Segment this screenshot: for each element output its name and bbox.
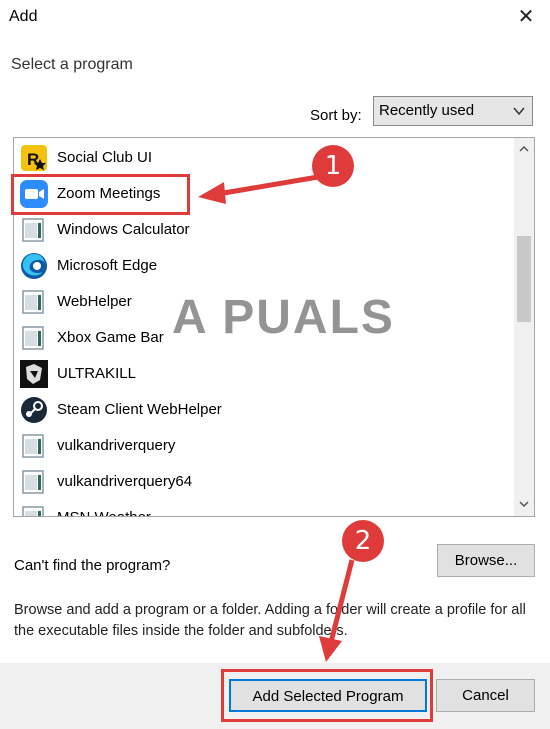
program-name: Social Club UI [57, 149, 153, 166]
edge-icon [19, 251, 49, 281]
program-list-item[interactable]: Steam Client WebHelper [17, 392, 509, 428]
program-name: Steam Client WebHelper [57, 401, 222, 418]
ultrakill-icon [19, 359, 49, 389]
program-name: vulkandriverquery [57, 437, 176, 454]
scrollbar-thumb[interactable] [517, 236, 531, 322]
generic-app-icon [19, 431, 49, 461]
program-list-item[interactable]: Windows Calculator [17, 212, 509, 248]
select-program-heading: Select a program [11, 56, 133, 73]
generic-app-icon [19, 467, 49, 497]
program-list-item[interactable]: vulkandriverquery [17, 428, 509, 464]
cancel-button[interactable]: Cancel [436, 679, 535, 712]
sort-by-label: Sort by: [310, 107, 362, 124]
program-list-item[interactable]: ULTRAKILL [17, 356, 509, 392]
program-name: WebHelper [57, 293, 132, 310]
program-name: Microsoft Edge [57, 257, 158, 274]
steam-icon [19, 395, 49, 425]
cant-find-label: Can't find the program? [14, 557, 171, 574]
sort-by-value: Recently used [379, 102, 475, 119]
browse-button[interactable]: Browse... [437, 544, 535, 577]
program-list-item[interactable]: vulkandriverquery64 [17, 464, 509, 500]
program-list-item[interactable]: MSN Weather [17, 500, 509, 516]
program-name: Zoom Meetings [57, 185, 161, 202]
add-program-dialog: Add ✕ Select a program Sort by: Recently… [0, 0, 550, 729]
close-icon[interactable]: ✕ [514, 5, 538, 29]
rockstar-icon: R [19, 143, 49, 173]
generic-app-icon [19, 287, 49, 317]
program-list-item[interactable]: R Social Club UI [17, 140, 509, 176]
program-name: vulkandriverquery64 [57, 473, 193, 490]
zoom-icon [19, 179, 49, 209]
help-text: Browse and add a program or a folder. Ad… [14, 602, 526, 639]
list-scrollbar[interactable] [514, 138, 534, 516]
dialog-title: Add [9, 8, 38, 25]
title-bar: Add ✕ [0, 0, 550, 36]
program-name: Xbox Game Bar [57, 329, 164, 346]
program-list-item[interactable]: Zoom Meetings [17, 176, 509, 212]
chevron-down-icon [513, 107, 525, 116]
add-selected-program-button[interactable]: Add Selected Program [229, 679, 427, 712]
step-1-badge: 1 [312, 145, 354, 187]
watermark-logo: A PUALS [172, 291, 395, 344]
sort-by-dropdown[interactable]: Recently used [373, 96, 533, 126]
program-name: Windows Calculator [57, 221, 190, 238]
generic-app-icon [19, 503, 49, 516]
program-name: ULTRAKILL [57, 365, 136, 382]
generic-app-icon [19, 323, 49, 353]
step-2-badge: 2 [342, 520, 384, 562]
program-name: MSN Weather [57, 509, 151, 516]
generic-app-icon [19, 215, 49, 245]
scroll-up-icon[interactable] [517, 143, 531, 155]
scroll-down-icon[interactable] [517, 498, 531, 510]
program-list-item[interactable]: Microsoft Edge [17, 248, 509, 284]
